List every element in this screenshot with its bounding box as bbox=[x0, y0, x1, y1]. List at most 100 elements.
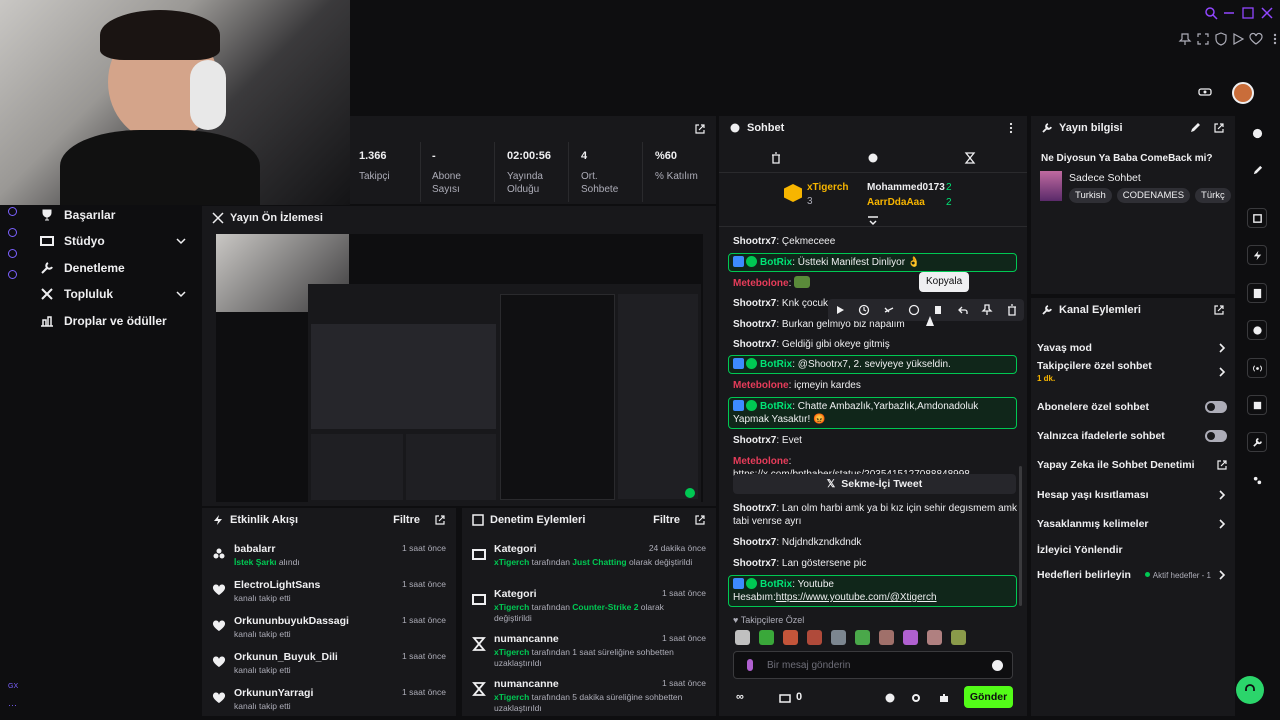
edit-icon[interactable] bbox=[1247, 160, 1267, 180]
chat-message[interactable]: Shootrx7: Lan göstersene pic bbox=[733, 557, 1018, 570]
trash-icon[interactable] bbox=[770, 152, 782, 164]
pin-icon[interactable] bbox=[981, 304, 993, 316]
mini-icon[interactable] bbox=[8, 228, 17, 237]
chevron-right-icon[interactable] bbox=[1217, 519, 1227, 529]
mini-icon[interactable] bbox=[8, 270, 17, 279]
creator-mode-icon[interactable] bbox=[1198, 85, 1212, 99]
emote-icon[interactable] bbox=[927, 630, 942, 645]
leader-2-name[interactable]: Mohammed0173 bbox=[867, 182, 945, 193]
trash-icon[interactable] bbox=[1006, 304, 1018, 316]
activity-item[interactable]: Orkunun_Buyuk_Dili kanalı takip etti 1 saa… bbox=[212, 651, 446, 687]
activity-item[interactable]: OrkununYarragi kanalı takip etti 1 saat ön… bbox=[212, 687, 446, 716]
avatar[interactable] bbox=[1232, 82, 1254, 104]
mention-icon[interactable] bbox=[908, 304, 920, 316]
gear-icon[interactable] bbox=[910, 692, 922, 704]
chat-message[interactable]: Shootrx7: Evet bbox=[733, 434, 1018, 447]
mod-action-item[interactable]: numancanne xTigerch tarafından 1 saat sür… bbox=[472, 633, 706, 675]
chat-message[interactable]: Shootrx7: Ndjdndkzndkdndk bbox=[733, 536, 1018, 549]
chat-scrollbar[interactable] bbox=[1019, 466, 1022, 606]
chevron-right-icon[interactable] bbox=[1217, 367, 1227, 377]
emote-icon[interactable] bbox=[903, 630, 918, 645]
shield-icon[interactable] bbox=[1214, 32, 1228, 46]
points-icon[interactable]: ∞ bbox=[736, 691, 764, 703]
chat-message[interactable]: Shootrx7: Geldiği gibi okeye gitmiş bbox=[733, 338, 1018, 351]
mini-icon[interactable] bbox=[8, 207, 17, 216]
channel-action-item[interactable]: Abonelere özel sohbet bbox=[1037, 397, 1227, 417]
category-name[interactable]: Sadece Sohbet bbox=[1069, 172, 1141, 184]
chevron-down-icon[interactable] bbox=[175, 288, 187, 300]
mod-action-item[interactable]: Kategori xTigerch tarafından Just Chattin… bbox=[472, 543, 706, 585]
screen-icon[interactable] bbox=[1247, 208, 1267, 228]
emote-icon[interactable] bbox=[831, 630, 846, 645]
preview-video[interactable] bbox=[216, 234, 703, 502]
channel-action-item[interactable]: Hedefleri belirleyin Aktif hedefler - 1 bbox=[1037, 565, 1227, 585]
heart-icon[interactable] bbox=[1249, 32, 1263, 46]
play-icon[interactable] bbox=[1231, 32, 1245, 46]
chat-bubble-icon[interactable] bbox=[884, 692, 896, 704]
search-icon[interactable] bbox=[1204, 6, 1218, 20]
channel-action-item[interactable]: Yavaş mod bbox=[1037, 338, 1227, 358]
more-icon[interactable]: ··· bbox=[8, 700, 17, 710]
channel-action-item[interactable]: Yasaklanmış kelimeler bbox=[1037, 514, 1227, 534]
toggle-switch[interactable] bbox=[1205, 430, 1227, 442]
emote-icon[interactable] bbox=[759, 630, 774, 645]
list-icon[interactable] bbox=[1247, 283, 1267, 303]
gift-icon[interactable] bbox=[779, 691, 791, 703]
toggle-switch[interactable] bbox=[1205, 401, 1227, 413]
bits-icon[interactable] bbox=[1247, 470, 1267, 490]
broadcast-icon[interactable] bbox=[1247, 358, 1267, 378]
emote-icon[interactable] bbox=[783, 630, 798, 645]
emote-icon[interactable] bbox=[735, 630, 750, 645]
emote-icon[interactable] bbox=[855, 630, 870, 645]
channel-action-item[interactable]: Hesap yaşı kısıtlaması bbox=[1037, 485, 1227, 505]
maximize-icon[interactable] bbox=[1241, 6, 1255, 20]
clock-icon[interactable] bbox=[858, 304, 870, 316]
chat-message-bot[interactable]: BotRix: Üstteki Manifest Dinliyor 👌 bbox=[728, 253, 1017, 272]
popout-icon[interactable] bbox=[1213, 122, 1225, 134]
activity-item[interactable]: babalarr İstek Şarkı alındı 1 saat önce bbox=[212, 543, 446, 579]
channel-action-item[interactable]: Yapay Zeka ile Sohbet Denetimi bbox=[1037, 455, 1227, 475]
emoji-icon[interactable] bbox=[992, 660, 1003, 671]
info-icon[interactable] bbox=[1247, 123, 1267, 143]
tag[interactable]: Turkish bbox=[1069, 188, 1112, 203]
send-button[interactable]: Gönder bbox=[964, 686, 1013, 708]
activity-item[interactable]: ElectroLightSans kanalı takip etti 1 saat … bbox=[212, 579, 446, 615]
external-link-icon[interactable] bbox=[1217, 460, 1227, 470]
close-icon[interactable] bbox=[1260, 6, 1274, 20]
minimize-icon[interactable] bbox=[1222, 6, 1236, 20]
hourglass-icon[interactable] bbox=[964, 152, 976, 164]
filter-button[interactable]: Filtre bbox=[393, 514, 420, 526]
expand-icon[interactable] bbox=[1196, 32, 1210, 46]
play-icon[interactable] bbox=[834, 304, 846, 316]
tag[interactable]: CODENAMES bbox=[1116, 188, 1191, 203]
sidebar-item-achievements[interactable]: Başarılar bbox=[40, 208, 115, 222]
mod-action-item[interactable]: Kategori xTigerch tarafından Counter-Stri… bbox=[472, 588, 706, 630]
chat-message[interactable]: Metebolone: içmeyin kardes bbox=[733, 379, 1018, 392]
copy-icon[interactable] bbox=[932, 304, 944, 316]
emote-icon[interactable] bbox=[879, 630, 894, 645]
category-thumbnail[interactable] bbox=[1040, 171, 1062, 201]
chat-input[interactable]: Bir mesaj gönderin bbox=[733, 651, 1013, 679]
activity-item[interactable]: OrkununbuyukDassagi kanalı takip etti 1 sa… bbox=[212, 615, 446, 651]
pin-icon[interactable] bbox=[1178, 32, 1192, 46]
chat-bubble-icon[interactable] bbox=[1247, 320, 1267, 340]
popout-icon[interactable] bbox=[694, 123, 706, 135]
more-vertical-icon[interactable] bbox=[1268, 32, 1280, 46]
edit-icon[interactable] bbox=[1189, 122, 1201, 134]
emote-icon[interactable] bbox=[951, 630, 966, 645]
tweet-button[interactable]: 𝕏 Sekme-İçi Tweet bbox=[733, 474, 1016, 494]
channel-action-item[interactable]: İzleyici Yönlendir bbox=[1037, 540, 1227, 560]
chat-message-bot[interactable]: BotRix: @Shootrx7, 2. seviyeye yükseldin… bbox=[728, 355, 1017, 374]
channel-action-item[interactable]: Takipçilere özel sohbet 1 dk. bbox=[1037, 360, 1227, 383]
chat-message[interactable]: Shootrx7: Çekmeceee bbox=[733, 235, 1018, 248]
channel-action-item[interactable]: Yalnızca ifadelerle sohbet bbox=[1037, 426, 1227, 446]
chevron-down-icon[interactable] bbox=[175, 235, 187, 247]
chat-message-bot[interactable]: BotRix: Chatte Ambazlık,Yarbazlık,Amdona… bbox=[728, 397, 1017, 429]
mic-icon[interactable] bbox=[747, 659, 753, 671]
mini-icon[interactable] bbox=[8, 249, 17, 258]
popout-icon[interactable] bbox=[1213, 304, 1225, 316]
tag[interactable]: Türkç bbox=[1195, 188, 1231, 203]
moderation-icon[interactable] bbox=[1247, 395, 1267, 415]
chat-message[interactable]: Shootrx7: Lan olm harbi amk ya bi kız iç… bbox=[733, 502, 1018, 528]
chat-message[interactable]: Metebolone: bbox=[733, 276, 1018, 290]
